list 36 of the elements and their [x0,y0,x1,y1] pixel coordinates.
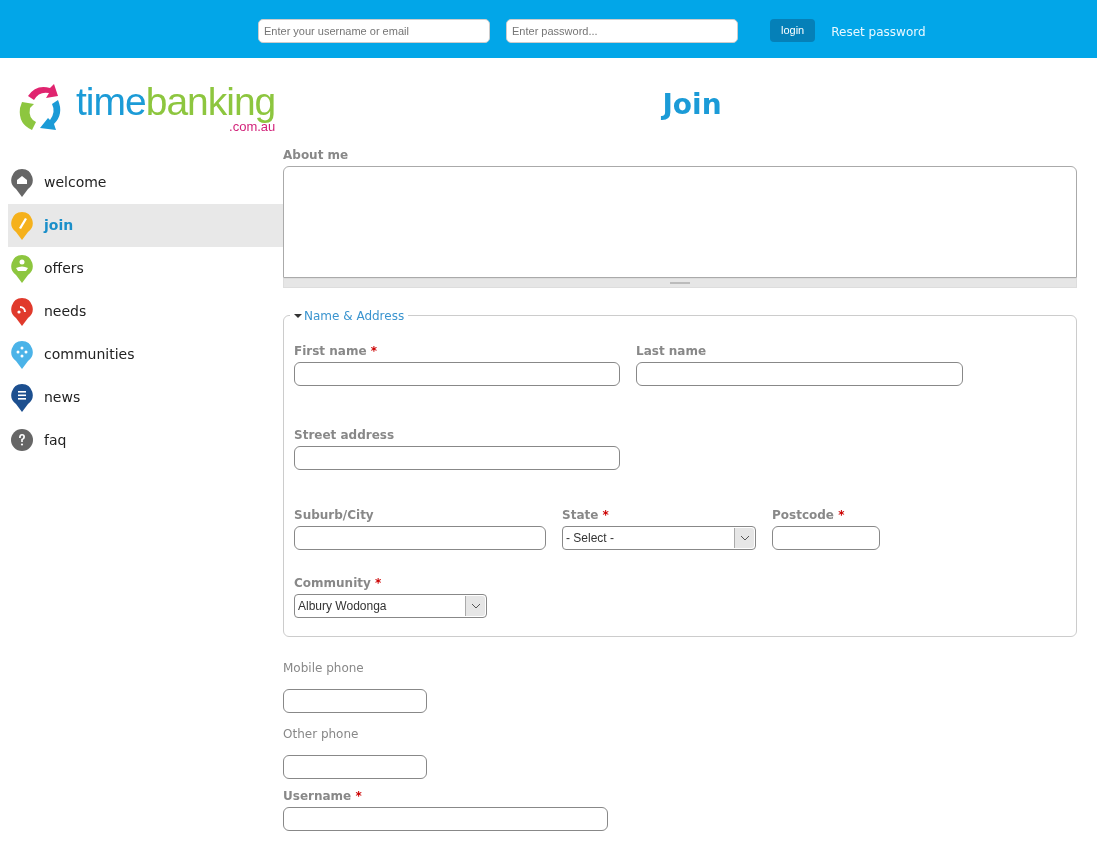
field-label: Street address [294,426,396,444]
sidebar-item[interactable]: welcome [8,160,283,204]
field-label: Last name [636,342,708,360]
text-field[interactable] [283,806,608,831]
dropdown[interactable]: Albury Wodonga [294,593,487,618]
text-field[interactable] [294,525,546,550]
caret-icon [294,313,302,320]
sidebar-item[interactable]: news [8,375,283,419]
username-field[interactable]: Enter your username or email [258,19,490,43]
sidebar-item[interactable]: communities [8,332,283,376]
chevron-down-icon [739,534,750,541]
about-me-field[interactable] [283,165,1077,278]
resize-handle[interactable] [283,277,1077,288]
login-button[interactable]: login [770,19,816,42]
text-field[interactable] [772,525,880,550]
page-title: Join [660,88,723,122]
password-field[interactable]: Enter password... [506,19,738,43]
field-label: Suburb/City [294,506,375,524]
text-field[interactable] [636,361,963,386]
dropdown[interactable]: - Select - [562,525,756,550]
text-field[interactable] [283,688,427,713]
field-label: Username * [283,787,363,805]
sidebar-item[interactable]: faq [8,418,283,462]
text-field[interactable] [294,361,620,386]
chevron-down-icon [470,602,481,609]
field-label: Mobile phone [283,659,365,677]
text-field[interactable] [283,754,427,779]
field-label: Community * [294,574,383,592]
field-label: Other phone [283,725,360,743]
field-label: State * [562,506,610,524]
field-label: About me [283,146,350,164]
field-label: First name * [294,342,379,360]
field-label: Postcode * [772,506,846,524]
text-field[interactable] [294,445,620,470]
sidebar-item[interactable]: needs [8,289,283,333]
sidebar-item[interactable]: offers [8,246,283,290]
